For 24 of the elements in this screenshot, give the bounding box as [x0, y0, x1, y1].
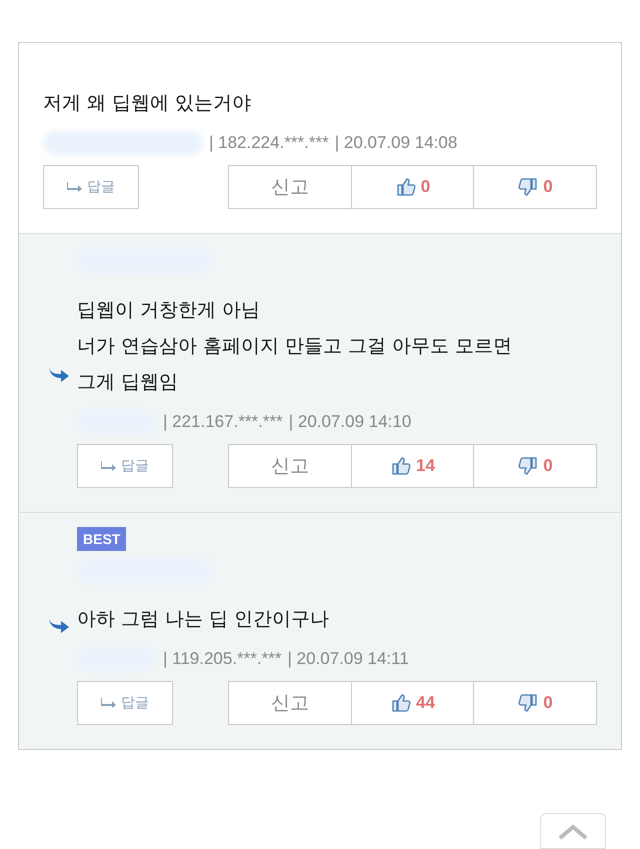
comment-text: 아하 그럼 나는 딥 인간이구나: [77, 608, 330, 630]
timestamp: | 20.07.09 14:08: [334, 133, 458, 153]
dislike-button[interactable]: 0: [473, 165, 597, 209]
like-button[interactable]: 0: [350, 165, 474, 209]
report-button[interactable]: 신고: [228, 444, 352, 488]
reply-button[interactable]: 답글: [77, 444, 173, 488]
like-button[interactable]: 44: [350, 681, 474, 725]
reply-button[interactable]: 답글: [43, 165, 139, 209]
reply-button[interactable]: 답글: [77, 681, 173, 725]
ip-address: | 221.167.***.***: [163, 412, 283, 432]
like-button[interactable]: 14: [350, 444, 474, 488]
comment-text: 딥웹이 거창한게 아님: [77, 299, 260, 321]
comment-text: 너가 연습삼아 홈페이지 만들고 그걸 아무도 모르면: [77, 335, 512, 357]
dislike-button[interactable]: 0: [473, 681, 597, 725]
report-button[interactable]: 신고: [228, 681, 352, 725]
best-badge: BEST: [77, 527, 126, 551]
ip-address: | 182.224.***.***: [209, 133, 329, 153]
timestamp: | 20.07.09 14:11: [287, 649, 409, 669]
dislike-button[interactable]: 0: [473, 444, 597, 488]
ip-address: | 119.205.***.***: [163, 649, 282, 669]
report-button[interactable]: 신고: [228, 165, 352, 209]
comment-text: 그게 딥웹임: [77, 371, 178, 393]
timestamp: | 20.07.09 14:10: [288, 412, 412, 432]
comment-text: 저게 왜 딥웹에 있는거야: [43, 92, 252, 114]
